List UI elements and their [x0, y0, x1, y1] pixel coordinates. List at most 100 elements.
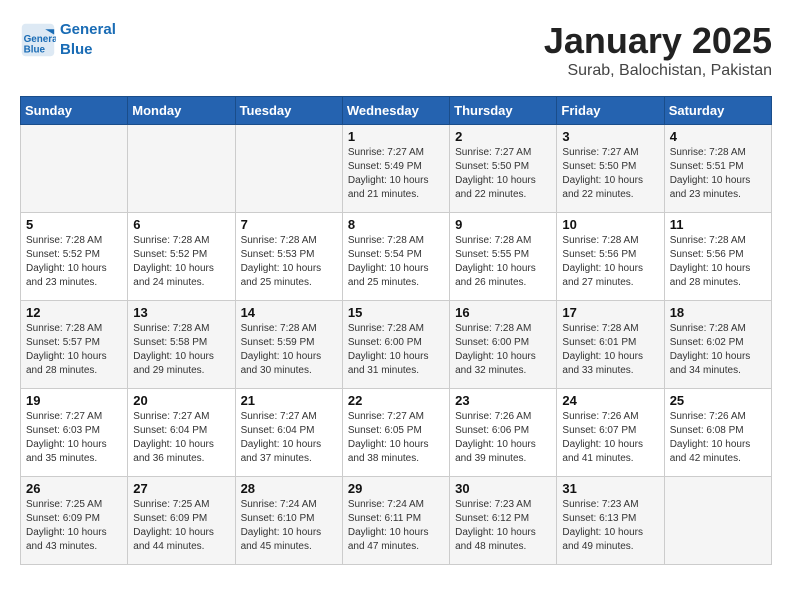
weekday-header-thursday: Thursday	[450, 97, 557, 125]
weekday-header-monday: Monday	[128, 97, 235, 125]
calendar-week-row: 5 Sunrise: 7:28 AMSunset: 5:52 PMDaylight…	[21, 213, 772, 301]
calendar-cell: 16Sunrise: 7:28 AMSunset: 6:00 PMDayligh…	[450, 301, 557, 389]
cell-info: Sunrise: 7:28 AMSunset: 5:56 PMDaylight:…	[562, 234, 658, 290]
cell-info: Sunrise: 7:27 AMSunset: 6:03 PMDaylight:…	[26, 410, 122, 466]
day-number: 6	[133, 217, 229, 232]
title-block: January 2025 Surab, Balochistan, Pakista…	[544, 20, 772, 80]
calendar-cell: 30Sunrise: 7:23 AMSunset: 6:12 PMDayligh…	[450, 477, 557, 565]
calendar-table: SundayMondayTuesdayWednesdayThursdayFrid…	[20, 96, 772, 565]
calendar-week-row: 1Sunrise: 7:27 AMSunset: 5:49 PMDaylight…	[21, 125, 772, 213]
calendar-cell: 2 Sunrise: 7:27 AMSunset: 5:50 PMDaylight…	[450, 125, 557, 213]
day-number: 16	[455, 305, 551, 320]
calendar-cell: 5Sunrise: 7:28 AMSunset: 5:52 PMDaylight…	[21, 213, 128, 301]
calendar-cell: 13 Sunrise: 7:28 AMSunset: 5:58 PMDayligh…	[128, 301, 235, 389]
calendar-week-row: 26 Sunrise: 7:25 AMSunset: 6:09 PMDayligh…	[21, 477, 772, 565]
logo-line2: Blue	[60, 40, 116, 60]
calendar-cell: 19 Sunrise: 7:27 AMSunset: 6:03 PMDayligh…	[21, 389, 128, 477]
day-number: 9	[455, 217, 551, 232]
weekday-header-friday: Friday	[557, 97, 664, 125]
cell-info: Sunrise: 7:28 AMSunset: 6:02 PMDaylight:…	[670, 322, 766, 378]
calendar-cell: 10 Sunrise: 7:28 AMSunset: 5:56 PMDayligh…	[557, 213, 664, 301]
day-number: 11	[670, 217, 766, 232]
calendar-cell: 27Sunrise: 7:25 AMSunset: 6:09 PMDayligh…	[128, 477, 235, 565]
calendar-cell: 23 Sunrise: 7:26 AMSunset: 6:06 PMDayligh…	[450, 389, 557, 477]
calendar-cell: 25Sunrise: 7:26 AMSunset: 6:08 PMDayligh…	[664, 389, 771, 477]
calendar-cell: 9 Sunrise: 7:28 AMSunset: 5:55 PMDaylight…	[450, 213, 557, 301]
day-number: 28	[241, 481, 337, 496]
cell-info: Sunrise: 7:28 AMSunset: 6:00 PMDaylight:…	[348, 322, 444, 378]
calendar-cell: 7 Sunrise: 7:28 AMSunset: 5:53 PMDaylight…	[235, 213, 342, 301]
calendar-cell: 12Sunrise: 7:28 AMSunset: 5:57 PMDayligh…	[21, 301, 128, 389]
weekday-header-saturday: Saturday	[664, 97, 771, 125]
cell-info: Sunrise: 7:28 AMSunset: 5:58 PMDaylight:…	[133, 322, 229, 378]
cell-info: Sunrise: 7:24 AMSunset: 6:11 PMDaylight:…	[348, 498, 444, 554]
weekday-header-row: SundayMondayTuesdayWednesdayThursdayFrid…	[21, 97, 772, 125]
calendar-cell: 20 Sunrise: 7:27 AMSunset: 6:04 PMDayligh…	[128, 389, 235, 477]
calendar-cell: 31Sunrise: 7:23 AMSunset: 6:13 PMDayligh…	[557, 477, 664, 565]
cell-info: Sunrise: 7:25 AMSunset: 6:09 PMDaylight:…	[26, 498, 122, 554]
weekday-header-tuesday: Tuesday	[235, 97, 342, 125]
cell-info: Sunrise: 7:24 AMSunset: 6:10 PMDaylight:…	[241, 498, 337, 554]
day-number: 25	[670, 393, 766, 408]
cell-info: Sunrise: 7:27 AMSunset: 6:04 PMDaylight:…	[241, 410, 337, 466]
calendar-cell: 15 Sunrise: 7:28 AMSunset: 6:00 PMDayligh…	[342, 301, 449, 389]
calendar-cell: 1Sunrise: 7:27 AMSunset: 5:49 PMDaylight…	[342, 125, 449, 213]
logo: General Blue General Blue	[20, 20, 116, 59]
cell-info: Sunrise: 7:26 AMSunset: 6:06 PMDaylight:…	[455, 410, 551, 466]
weekday-header-sunday: Sunday	[21, 97, 128, 125]
day-number: 23	[455, 393, 551, 408]
calendar-cell: 28 Sunrise: 7:24 AMSunset: 6:10 PMDayligh…	[235, 477, 342, 565]
day-number: 8	[348, 217, 444, 232]
day-number: 10	[562, 217, 658, 232]
day-number: 12	[26, 305, 122, 320]
calendar-cell	[235, 125, 342, 213]
cell-info: Sunrise: 7:27 AMSunset: 5:49 PMDaylight:…	[348, 146, 444, 202]
logo-line1: General	[60, 20, 116, 40]
day-number: 22	[348, 393, 444, 408]
cell-info: Sunrise: 7:28 AMSunset: 5:51 PMDaylight:…	[670, 146, 766, 202]
calendar-cell: 24 Sunrise: 7:26 AMSunset: 6:07 PMDayligh…	[557, 389, 664, 477]
day-number: 27	[133, 481, 229, 496]
day-number: 24	[562, 393, 658, 408]
weekday-header-wednesday: Wednesday	[342, 97, 449, 125]
calendar-cell: 11 Sunrise: 7:28 AMSunset: 5:56 PMDayligh…	[664, 213, 771, 301]
day-number: 31	[562, 481, 658, 496]
cell-info: Sunrise: 7:28 AMSunset: 5:55 PMDaylight:…	[455, 234, 551, 290]
cell-info: Sunrise: 7:23 AMSunset: 6:12 PMDaylight:…	[455, 498, 551, 554]
calendar-subtitle: Surab, Balochistan, Pakistan	[544, 62, 772, 80]
calendar-cell: 3Sunrise: 7:27 AMSunset: 5:50 PMDaylight…	[557, 125, 664, 213]
calendar-cell: 22Sunrise: 7:27 AMSunset: 6:05 PMDayligh…	[342, 389, 449, 477]
logo-icon: General Blue	[20, 22, 56, 58]
day-number: 18	[670, 305, 766, 320]
calendar-cell: 29 Sunrise: 7:24 AMSunset: 6:11 PMDayligh…	[342, 477, 449, 565]
day-number: 5	[26, 217, 122, 232]
day-number: 13	[133, 305, 229, 320]
day-number: 2	[455, 129, 551, 144]
day-number: 3	[562, 129, 658, 144]
day-number: 4	[670, 129, 766, 144]
cell-info: Sunrise: 7:28 AMSunset: 5:54 PMDaylight:…	[348, 234, 444, 290]
cell-info: Sunrise: 7:28 AMSunset: 5:52 PMDaylight:…	[133, 234, 229, 290]
calendar-cell: 8 Sunrise: 7:28 AMSunset: 5:54 PMDaylight…	[342, 213, 449, 301]
day-number: 26	[26, 481, 122, 496]
calendar-cell	[664, 477, 771, 565]
cell-info: Sunrise: 7:28 AMSunset: 5:53 PMDaylight:…	[241, 234, 337, 290]
day-number: 15	[348, 305, 444, 320]
calendar-cell: 18 Sunrise: 7:28 AMSunset: 6:02 PMDayligh…	[664, 301, 771, 389]
day-number: 29	[348, 481, 444, 496]
calendar-week-row: 12Sunrise: 7:28 AMSunset: 5:57 PMDayligh…	[21, 301, 772, 389]
calendar-cell	[21, 125, 128, 213]
cell-info: Sunrise: 7:28 AMSunset: 6:01 PMDaylight:…	[562, 322, 658, 378]
day-number: 19	[26, 393, 122, 408]
calendar-cell: 17Sunrise: 7:28 AMSunset: 6:01 PMDayligh…	[557, 301, 664, 389]
cell-info: Sunrise: 7:27 AMSunset: 6:04 PMDaylight:…	[133, 410, 229, 466]
calendar-cell: 4 Sunrise: 7:28 AMSunset: 5:51 PMDaylight…	[664, 125, 771, 213]
cell-info: Sunrise: 7:27 AMSunset: 5:50 PMDaylight:…	[455, 146, 551, 202]
day-number: 7	[241, 217, 337, 232]
day-number: 20	[133, 393, 229, 408]
calendar-week-row: 19 Sunrise: 7:27 AMSunset: 6:03 PMDayligh…	[21, 389, 772, 477]
cell-info: Sunrise: 7:28 AMSunset: 5:56 PMDaylight:…	[670, 234, 766, 290]
calendar-cell	[128, 125, 235, 213]
cell-info: Sunrise: 7:26 AMSunset: 6:07 PMDaylight:…	[562, 410, 658, 466]
day-number: 14	[241, 305, 337, 320]
